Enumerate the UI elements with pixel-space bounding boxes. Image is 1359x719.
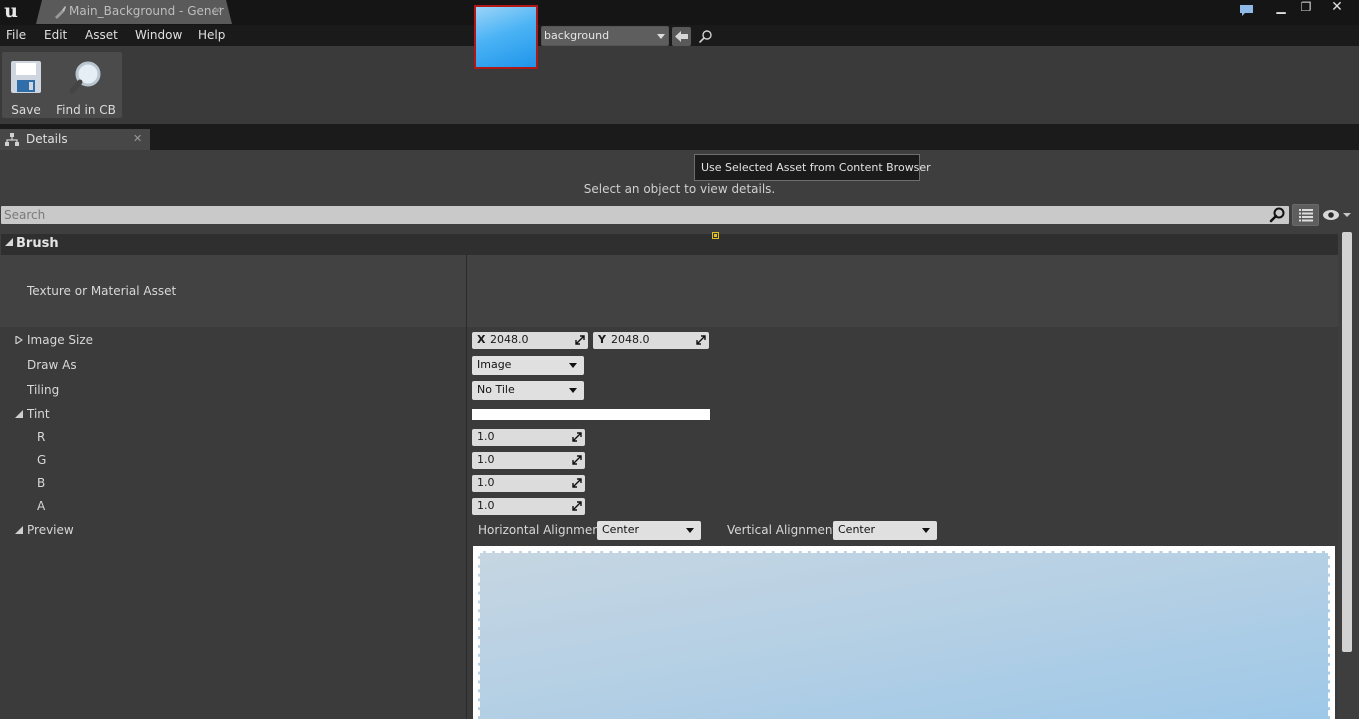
tint-r-label: R	[37, 430, 46, 444]
menu-window[interactable]: Window	[135, 28, 182, 42]
select-object-message: Select an object to view details.	[583, 182, 776, 196]
find-in-content-browser-button[interactable]: Find in CB	[54, 52, 118, 118]
asset-thumbnail[interactable]	[474, 5, 538, 69]
search-bar	[1, 206, 1289, 224]
find-label: Find in CB	[56, 103, 116, 117]
document-tab[interactable]: Main_Background - Gener ✕	[36, 0, 232, 24]
horizontal-alignment-combo[interactable]: Center	[597, 521, 701, 540]
tab-details-label: Details	[26, 132, 68, 146]
vertical-alignment-value: Center	[838, 523, 876, 536]
tiling-label: Tiling	[27, 383, 60, 397]
list-view-icon	[1299, 209, 1313, 222]
column-splitter[interactable]	[466, 255, 467, 719]
unreal-logo-icon: u	[4, 0, 18, 22]
drag-resize-icon	[572, 478, 582, 488]
category-header-brush[interactable]: Brush	[1, 234, 1338, 255]
arrow-left-icon	[675, 31, 688, 42]
asset-row	[0, 255, 1338, 327]
drag-resize-icon	[572, 501, 582, 511]
horizontal-alignment-label: Horizontal Alignment	[478, 523, 605, 537]
menu-edit[interactable]: Edit	[44, 28, 67, 42]
tint-b-field[interactable]: 1.0	[472, 475, 585, 492]
menu-asset[interactable]: Asset	[85, 28, 118, 42]
horizontal-alignment-value: Center	[602, 523, 640, 536]
drag-resize-icon	[572, 455, 582, 465]
collapse-arrow-icon[interactable]	[15, 526, 23, 534]
toolbar: Save Find in CB	[0, 46, 1359, 124]
draw-as-combo[interactable]: Image	[472, 356, 584, 375]
browse-search-icon[interactable]	[698, 29, 713, 44]
collapse-arrow-icon	[5, 238, 13, 246]
draw-as-label: Draw As	[27, 358, 77, 372]
use-selected-asset-button[interactable]	[672, 27, 691, 46]
search-input[interactable]	[4, 207, 1264, 223]
tint-a-label: A	[37, 499, 46, 513]
scrollbar-thumb[interactable]	[1342, 232, 1352, 652]
tint-b-label: B	[37, 476, 46, 490]
maximize-button[interactable]: ❐	[1294, 0, 1318, 15]
image-size-x-value: 2048.0	[490, 333, 529, 346]
close-tab-icon[interactable]: ✕	[213, 4, 222, 17]
tint-r-value: 1.0	[477, 430, 495, 443]
image-size-y-field[interactable]: Y 2048.0	[593, 332, 709, 349]
collapse-arrow-icon[interactable]	[15, 410, 23, 418]
minimize-button[interactable]: ▁	[1269, 0, 1293, 15]
image-size-x-field[interactable]: X 2048.0	[472, 332, 588, 349]
tiling-combo[interactable]: No Tile	[472, 381, 584, 400]
reset-to-default-icon[interactable]	[712, 232, 719, 239]
menu-file[interactable]: File	[6, 28, 26, 42]
tab-details[interactable]: Details ✕	[0, 129, 150, 150]
tint-a-value: 1.0	[477, 499, 495, 512]
hierarchy-icon	[5, 133, 19, 146]
vertical-alignment-label: Vertical Alignment	[727, 523, 838, 537]
toolbar-group: Save Find in CB	[2, 52, 122, 118]
drag-resize-icon	[696, 335, 706, 345]
category-label: Brush	[16, 236, 59, 251]
chat-bubble-icon[interactable]	[1239, 4, 1254, 17]
search-icon[interactable]	[1269, 207, 1286, 223]
chevron-down-icon	[657, 34, 665, 39]
image-size-y-value: 2048.0	[611, 333, 650, 346]
preview-bounds-outline	[477, 550, 1331, 719]
y-axis-label: Y	[598, 333, 606, 346]
tint-label: Tint	[27, 407, 50, 421]
close-tab-icon[interactable]: ✕	[133, 132, 142, 145]
chevron-down-icon	[922, 528, 930, 533]
drag-resize-icon	[575, 335, 585, 345]
document-tab-title: Main_Background - Gener	[69, 4, 224, 18]
save-icon	[11, 61, 41, 93]
magnifier-icon	[69, 61, 101, 94]
eye-icon[interactable]	[1322, 208, 1352, 222]
tint-r-field[interactable]: 1.0	[472, 429, 585, 446]
tint-a-field[interactable]: 1.0	[472, 498, 585, 515]
brush-asset-icon	[55, 6, 66, 19]
close-window-button[interactable]: ✕	[1325, 0, 1349, 15]
chevron-down-icon	[569, 388, 577, 393]
view-options-button[interactable]	[1292, 204, 1319, 226]
tint-g-value: 1.0	[477, 453, 495, 466]
drag-resize-icon	[572, 432, 582, 442]
menu-help[interactable]: Help	[198, 28, 225, 42]
chevron-down-icon	[569, 363, 577, 368]
tint-g-field[interactable]: 1.0	[472, 452, 585, 469]
tiling-value: No Tile	[477, 383, 515, 396]
title-bar: u Main_Background - Gener ✕ ▁ ❐ ✕	[0, 0, 1359, 25]
x-axis-label: X	[477, 333, 486, 346]
expand-arrow-icon[interactable]	[15, 336, 23, 344]
save-label: Save	[11, 103, 41, 117]
preview-label: Preview	[27, 523, 74, 537]
chevron-down-icon	[686, 528, 694, 533]
vertical-alignment-combo[interactable]: Center	[833, 521, 937, 540]
draw-as-value: Image	[477, 358, 512, 371]
asset-picker-combo[interactable]: background	[541, 26, 669, 46]
image-size-label: Image Size	[27, 333, 94, 347]
tint-b-value: 1.0	[477, 476, 495, 489]
dock-tab-strip: Details ✕	[0, 124, 1359, 150]
save-button[interactable]: Save	[6, 52, 46, 118]
tint-g-label: G	[37, 453, 47, 467]
texture-asset-label: Texture or Material Asset	[27, 284, 177, 298]
tooltip: Use Selected Asset from Content Browser	[694, 154, 931, 181]
tint-color-swatch[interactable]	[472, 409, 710, 420]
asset-picker-value: background	[544, 29, 610, 42]
